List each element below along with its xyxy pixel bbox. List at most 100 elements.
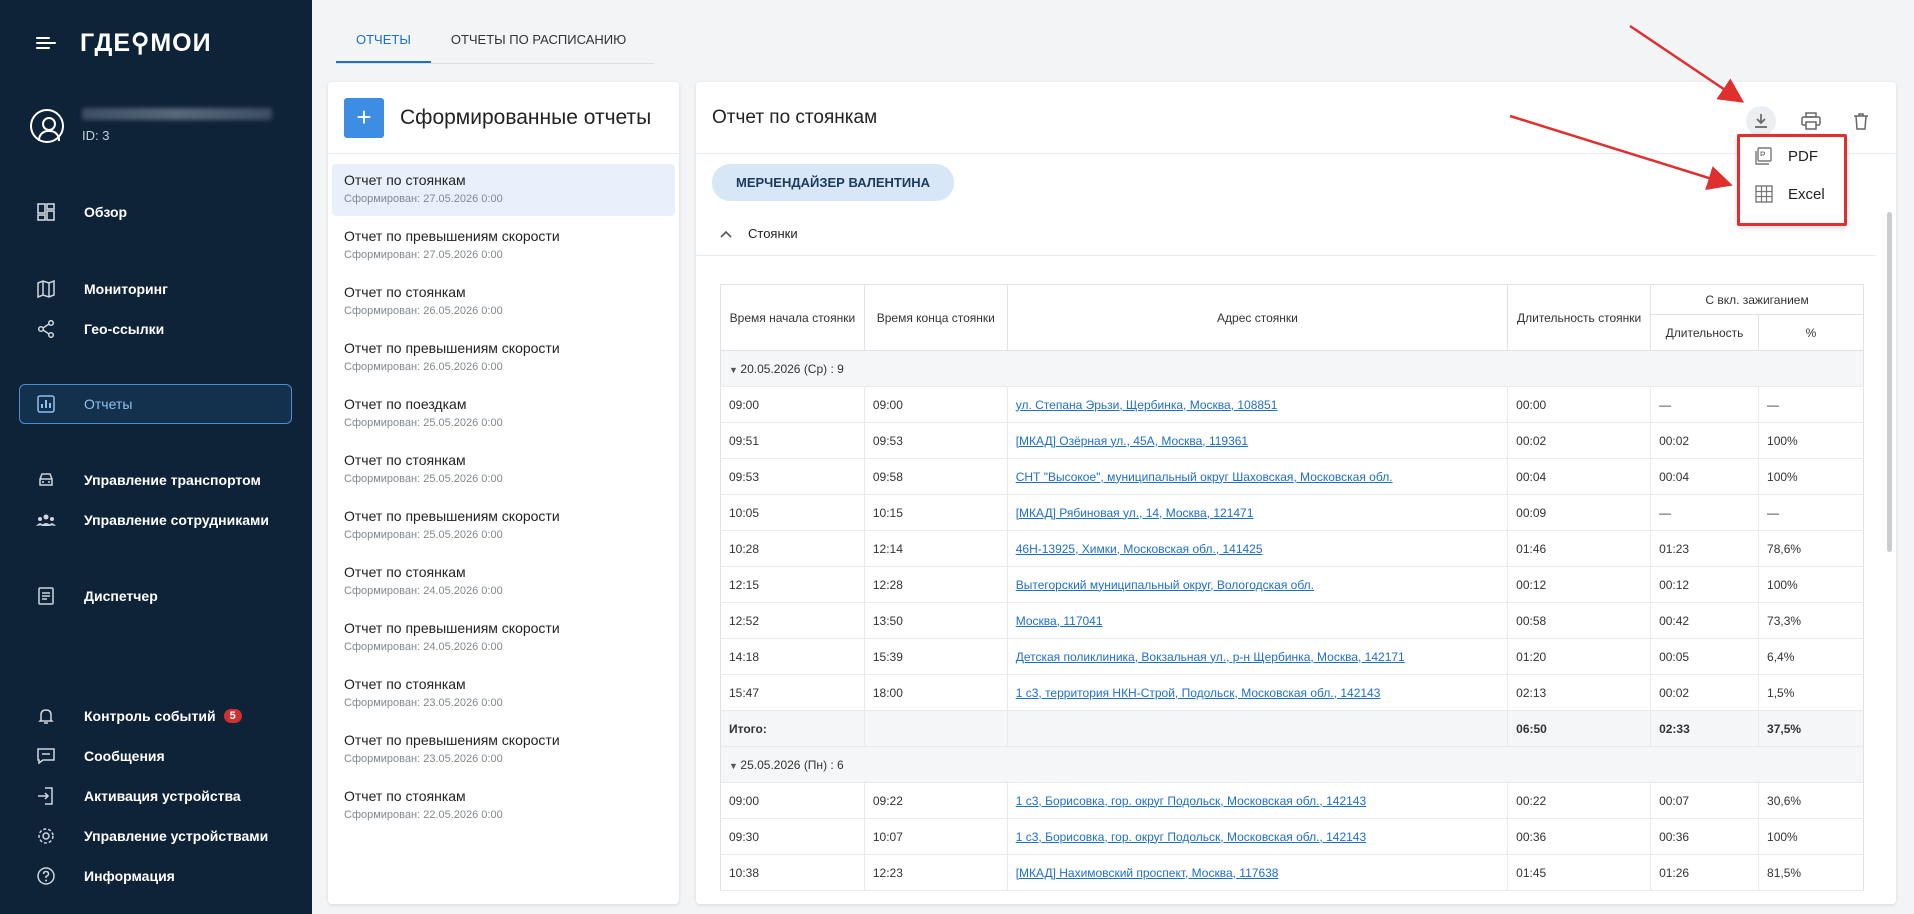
sidebar-item-events[interactable]: Контроль событий 5	[36, 704, 242, 728]
add-report-button[interactable]: +	[344, 97, 384, 138]
sidebar-item-dispatcher[interactable]: Диспетчер	[36, 584, 158, 608]
report-name: Отчет по стоянкам	[344, 284, 466, 300]
sidebar-item-transport[interactable]: Управление транспортом	[36, 468, 261, 492]
sidebar-item-label: Диспетчер	[84, 588, 158, 604]
report-list-item[interactable]: Отчет по стоянкам Сформирован: 25.05.2026…	[332, 444, 675, 496]
sidebar-item-employees[interactable]: Управление сотрудниками	[36, 508, 269, 532]
group-row[interactable]: ▼ 20.05.2026 (Ср) : 9	[720, 350, 1864, 387]
cell-address[interactable]: [МКАД] Рябиновая ул., 14, Москва, 121471	[1006, 494, 1508, 531]
report-name: Отчет по превышениям скорости	[344, 508, 560, 524]
cell-duration: 00:36	[1507, 818, 1651, 855]
cell-address[interactable]: 1 с3, Борисовка, гор. округ Подольск, Мо…	[1006, 782, 1508, 819]
total-label: Итого:	[720, 710, 865, 747]
report-list-item[interactable]: Отчет по стоянкам Сформирован: 26.05.2026…	[332, 276, 675, 328]
panel-header: + Сформированные отчеты	[328, 82, 679, 154]
sidebar-item-messages[interactable]: Сообщения	[36, 744, 165, 768]
cell-duration: 00:58	[1507, 602, 1651, 639]
cell-ign-duration: 00:12	[1650, 566, 1759, 603]
sidebar-item-monitoring[interactable]: Мониторинг	[36, 277, 168, 301]
cell-ign-duration: —	[1650, 494, 1759, 531]
cell-ign-duration: 00:02	[1650, 674, 1759, 711]
print-icon[interactable]	[1796, 106, 1826, 136]
download-icon[interactable]	[1746, 106, 1776, 136]
col-start: Время начала стоянки	[720, 284, 865, 351]
total-ign-pct: 37,5%	[1758, 710, 1864, 747]
address-link[interactable]: 46Н-13925, Химки, Московская обл., 14142…	[1016, 542, 1263, 556]
sidebar-item-label: Информация	[84, 868, 175, 884]
cell-ign-pct: 100%	[1758, 422, 1864, 459]
cell-end: 12:23	[863, 854, 1008, 891]
address-link[interactable]: Москва, 117041	[1016, 614, 1103, 628]
report-list-item[interactable]: Отчет по превышениям скорости Сформирован…	[332, 724, 675, 776]
user-id: ID: 3	[82, 128, 110, 143]
report-list-item[interactable]: Отчет по превышениям скорости Сформирован…	[332, 612, 675, 664]
address-link[interactable]: [МКАД] Озёрная ул., 45А, Москва, 119361	[1016, 434, 1248, 448]
cell-address[interactable]: [МКАД] Нахимовский проспект, Москва, 117…	[1006, 854, 1508, 891]
avatar-icon	[30, 108, 64, 143]
sidebar-item-reports[interactable]: Отчеты	[36, 392, 132, 416]
export-pdf-option[interactable]: PDF	[1740, 137, 1844, 175]
cell-address[interactable]: [МКАД] Озёрная ул., 45А, Москва, 119361	[1006, 422, 1508, 459]
cell-duration: 00:00	[1507, 386, 1651, 423]
login-icon	[36, 786, 56, 806]
address-link[interactable]: [МКАД] Рябиновая ул., 14, Москва, 121471	[1016, 506, 1254, 520]
cell-address[interactable]: Детская поликлиника, Вокзальная ул., р-н…	[1006, 638, 1508, 675]
address-link[interactable]: 1 с3, Борисовка, гор. округ Подольск, Мо…	[1016, 794, 1366, 808]
table-row: 14:18 15:39 Детская поликлиника, Вокзальна…	[720, 638, 1864, 675]
address-link[interactable]: [МКАД] Нахимовский проспект, Москва, 117…	[1016, 866, 1279, 880]
cell-address[interactable]: ул. Степана Эрьзи, Щербинка, Москва, 108…	[1006, 386, 1508, 423]
sidebar-item-devices[interactable]: Управление устройствами	[36, 824, 268, 848]
group-cell: ▼ 20.05.2026 (Ср) : 9	[720, 350, 1864, 387]
cell-start: 12:52	[720, 602, 865, 639]
cell-duration: 00:12	[1507, 566, 1651, 603]
delete-icon[interactable]	[1846, 106, 1876, 136]
address-link[interactable]: Детская поликлиника, Вокзальная ул., р-н…	[1016, 650, 1405, 664]
total-duration: 06:50	[1507, 710, 1651, 747]
cell-end: 12:28	[863, 566, 1008, 603]
menu-icon[interactable]	[36, 35, 56, 51]
section-parkings-toggle[interactable]: Стоянки	[696, 212, 1876, 256]
cell-ign-pct: 78,6%	[1758, 530, 1864, 567]
report-list-item[interactable]: Отчет по превышениям скорости Сформирован…	[332, 500, 675, 552]
message-icon	[36, 746, 56, 766]
cell-address[interactable]: 46Н-13925, Химки, Московская обл., 14142…	[1006, 530, 1508, 567]
tab-scheduled-reports[interactable]: ОТЧЕТЫ ПО РАСПИСАНИЮ	[431, 20, 646, 63]
cell-address[interactable]: 1 с3, Борисовка, гор. округ Подольск, Мо…	[1006, 818, 1508, 855]
scrollbar[interactable]	[1887, 212, 1892, 552]
cell-address[interactable]: Вытегорский муниципальный округ, Вологод…	[1006, 566, 1508, 603]
export-excel-option[interactable]: Excel	[1740, 175, 1844, 213]
sidebar-item-activation[interactable]: Активация устройства	[36, 784, 241, 808]
sidebar-item-overview[interactable]: Обзор	[36, 200, 127, 224]
tab-reports[interactable]: ОТЧЕТЫ	[336, 20, 431, 63]
sidebar: ГДЕ⚲МОИ ID: 3 Обзор Мониторинг Гео-ссылк…	[0, 0, 312, 914]
export-pdf-label: PDF	[1788, 147, 1818, 165]
report-list-item[interactable]: Отчет по превышениям скорости Сформирован…	[332, 220, 675, 272]
address-link[interactable]: Вытегорский муниципальный округ, Вологод…	[1016, 578, 1314, 592]
total-empty	[863, 710, 1008, 747]
cell-address[interactable]: СНТ "Высокое", муниципальный округ Шахов…	[1006, 458, 1508, 495]
user-block[interactable]: ID: 3	[30, 108, 272, 143]
report-list-item[interactable]: Отчет по стоянкам Сформирован: 23.05.2026…	[332, 668, 675, 720]
report-list-item[interactable]: Отчет по стоянкам Сформирован: 27.05.2026…	[332, 164, 675, 216]
employee-chip[interactable]: МЕРЧЕНДАЙЗЕР ВАЛЕНТИНА	[712, 164, 954, 201]
report-date: Сформирован: 24.05.2026 0:00	[344, 585, 503, 597]
group-row[interactable]: ▼ 25.05.2026 (Пн) : 6	[720, 746, 1864, 783]
help-icon	[36, 866, 56, 886]
sidebar-item-geo-links[interactable]: Гео-ссылки	[36, 317, 164, 341]
address-link[interactable]: 1 с3, территория НКН-Строй, Подольск, Мо…	[1016, 686, 1381, 700]
sidebar-item-info[interactable]: Информация	[36, 864, 175, 888]
table-body: ▼ 20.05.2026 (Ср) : 9 09:00 09:00 ул. Степа…	[720, 350, 1864, 891]
report-date: Сформирован: 24.05.2026 0:00	[344, 641, 503, 653]
cell-address[interactable]: 1 с3, территория НКН-Строй, Подольск, Мо…	[1006, 674, 1508, 711]
report-list-item[interactable]: Отчет по поездкам Сформирован: 25.05.2026…	[332, 388, 675, 440]
report-list-item[interactable]: Отчет по стоянкам Сформирован: 22.05.2026…	[332, 780, 675, 832]
address-link[interactable]: ул. Степана Эрьзи, Щербинка, Москва, 108…	[1016, 398, 1278, 412]
cell-start: 14:18	[720, 638, 865, 675]
report-list-item[interactable]: Отчет по превышениям скорости Сформирован…	[332, 332, 675, 384]
sidebar-item-label: Управление транспортом	[84, 472, 261, 488]
report-name: Отчет по стоянкам	[344, 676, 466, 692]
cell-address[interactable]: Москва, 117041	[1006, 602, 1508, 639]
address-link[interactable]: СНТ "Высокое", муниципальный округ Шахов…	[1016, 470, 1393, 484]
report-list-item[interactable]: Отчет по стоянкам Сформирован: 24.05.2026…	[332, 556, 675, 608]
address-link[interactable]: 1 с3, Борисовка, гор. округ Подольск, Мо…	[1016, 830, 1366, 844]
